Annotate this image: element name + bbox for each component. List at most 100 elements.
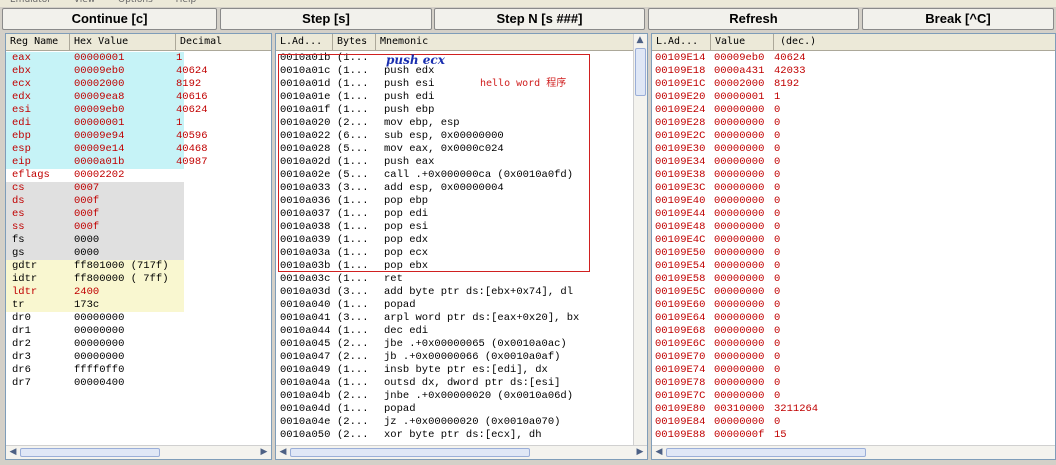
disassembly-row[interactable]: 0010a03c (1... ret (276, 273, 633, 286)
register-row[interactable]: gdtr ff801000 (717f) (6, 260, 184, 273)
stack-row[interactable]: 00109E6C 00000000 0 (652, 338, 1055, 351)
col-decimal[interactable]: Decimal (176, 34, 271, 50)
register-row[interactable]: eax 00000001 1 (6, 52, 184, 65)
scroll-thumb[interactable] (290, 448, 530, 457)
registers-hscrollbar[interactable]: ◀ ▶ (6, 445, 271, 459)
register-row[interactable]: ebp 00009e94 40596 (6, 130, 208, 143)
register-row[interactable]: dr1 00000000 (6, 325, 184, 338)
register-row[interactable]: dr7 00000400 (6, 377, 184, 390)
stack-row[interactable]: 00109E54 00000000 0 (652, 260, 1055, 273)
disassembly-row[interactable]: 0010a050 (2... xor byte ptr ds:[ecx], dh (276, 429, 633, 442)
stack-row[interactable]: 00109E40 00000000 0 (652, 195, 1055, 208)
col-bytes[interactable]: Bytes (333, 34, 376, 50)
scroll-left-icon[interactable]: ◀ (278, 447, 288, 458)
stack-row[interactable]: 00109E24 00000000 0 (652, 104, 1055, 117)
disassembly-row[interactable]: 0010a041 (3... arpl word ptr ds:[eax+0x20]… (276, 312, 633, 325)
register-row[interactable]: tr 173c (6, 299, 184, 312)
disassembly-row[interactable]: 0010a045 (2... jbe .+0x00000065 (0x0010a0a… (276, 338, 633, 351)
stack-row[interactable]: 00109E28 00000000 0 (652, 117, 1055, 130)
disassembly-row[interactable]: 0010a04d (1... popad (276, 403, 633, 416)
stack-pane[interactable]: L.Ad... Value (dec.) 00109E14 00009eb0 406… (651, 33, 1056, 460)
col-stack-decimal[interactable]: (dec.) (774, 34, 1055, 50)
register-row[interactable]: gs 0000 (6, 247, 184, 260)
register-row[interactable]: ldtr 2400 (6, 286, 184, 299)
disassembly-row[interactable]: 0010a040 (1... popad (276, 299, 633, 312)
disassembly-pane[interactable]: L.Ad... Bytes Mnemonic 0010a01b (1... 0010… (275, 33, 648, 460)
stack-row[interactable]: 00109E80 00310000 3211264 (652, 403, 1055, 416)
menu-options[interactable]: Options (118, 0, 153, 5)
disassembly-row[interactable]: 0010a04a (1... outsd dx, dword ptr ds:[esi… (276, 377, 633, 390)
col-reg-name[interactable]: Reg Name (6, 34, 70, 50)
scroll-thumb[interactable] (666, 448, 866, 457)
stack-row[interactable]: 00109E20 00000001 1 (652, 91, 1055, 104)
stack-row[interactable]: 00109E70 00000000 0 (652, 351, 1055, 364)
scroll-right-icon[interactable]: ▶ (259, 447, 269, 458)
register-row[interactable]: esi 00009eb0 40624 (6, 104, 208, 117)
disassembly-row[interactable]: 0010a047 (2... jb .+0x00000066 (0x0010a0af… (276, 351, 633, 364)
disassembly-row[interactable]: 0010a04b (2... jnbe .+0x00000020 (0x0010a0… (276, 390, 633, 403)
stack-hscrollbar[interactable]: ◀ (652, 445, 1055, 459)
col-stack-value[interactable]: Value (711, 34, 774, 50)
refresh-button[interactable]: Refresh (648, 8, 859, 30)
stack-row[interactable]: 00109E3C 00000000 0 (652, 182, 1055, 195)
register-row[interactable]: fs 0000 (6, 234, 184, 247)
register-row[interactable]: ss 000f (6, 221, 184, 234)
col-mnemonic[interactable]: Mnemonic (376, 34, 635, 50)
stack-row[interactable]: 00109E64 00000000 0 (652, 312, 1055, 325)
register-row[interactable]: cs 0007 (6, 182, 184, 195)
scroll-left-icon[interactable]: ◀ (654, 447, 664, 458)
register-row[interactable]: esp 00009e14 40468 (6, 143, 208, 156)
stack-row[interactable]: 00109E7C 00000000 0 (652, 390, 1055, 403)
register-row[interactable]: dr0 00000000 (6, 312, 184, 325)
stack-row[interactable]: 00109E34 00000000 0 (652, 156, 1055, 169)
col-stack-address[interactable]: L.Ad... (652, 34, 711, 50)
disassembly-row[interactable]: 0010a044 (1... dec edi (276, 325, 633, 338)
scroll-thumb[interactable] (20, 448, 160, 457)
stack-row[interactable]: 00109E84 00000000 0 (652, 416, 1055, 429)
col-hex-value[interactable]: Hex Value (70, 34, 176, 50)
scroll-left-icon[interactable]: ◀ (8, 447, 18, 458)
menu-emulator[interactable]: Emulator (10, 0, 51, 5)
disassembly-row[interactable]: 0010a049 (1... insb byte ptr es:[edi], dx (276, 364, 633, 377)
stack-row[interactable]: 00109E2C 00000000 0 (652, 130, 1055, 143)
stack-row[interactable]: 00109E18 0000a431 42033 (652, 65, 1055, 78)
stack-row[interactable]: 00109E38 00000000 0 (652, 169, 1055, 182)
register-row[interactable]: edx 00009ea8 40616 (6, 91, 208, 104)
register-row[interactable]: edi 00000001 1 (6, 117, 184, 130)
stack-row[interactable]: 00109E4C 00000000 0 (652, 234, 1055, 247)
register-row[interactable]: es 000f (6, 208, 184, 221)
menu-view[interactable]: View (74, 0, 95, 5)
break-button[interactable]: Break [^C] (862, 8, 1054, 30)
stack-row[interactable]: 00109E30 00000000 0 (652, 143, 1055, 156)
stack-row[interactable]: 00109E68 00000000 0 (652, 325, 1055, 338)
col-linear-address[interactable]: L.Ad... (276, 34, 333, 50)
stack-row[interactable]: 00109E44 00000000 0 (652, 208, 1055, 221)
stack-row[interactable]: 00109E58 00000000 0 (652, 273, 1055, 286)
registers-pane[interactable]: Reg Name Hex Value Decimal eax 00000001 1 e… (5, 33, 272, 460)
stack-row[interactable]: 00109E1C 00002000 8192 (652, 78, 1055, 91)
register-row[interactable]: dr2 00000000 (6, 338, 184, 351)
stack-row[interactable]: 00109E78 00000000 0 (652, 377, 1055, 390)
scroll-up-icon[interactable]: ▲ (635, 35, 645, 46)
stack-row[interactable]: 00109E5C 00000000 0 (652, 286, 1055, 299)
disassembly-row[interactable]: 0010a03d (3... add byte ptr ds:[ebx+0x74],… (276, 286, 633, 299)
stack-row[interactable]: 00109E50 00000000 0 (652, 247, 1055, 260)
disassembly-hscrollbar[interactable]: ◀ ▶ (276, 445, 647, 459)
register-row[interactable]: ebx 00009eb0 40624 (6, 65, 208, 78)
disassembly-vscrollbar[interactable]: ▲ (633, 34, 647, 445)
scroll-thumb[interactable] (635, 48, 646, 96)
menu-help[interactable]: Help (176, 0, 197, 5)
stack-row[interactable]: 00109E88 0000000f 15 (652, 429, 1055, 442)
step-button[interactable]: Step [s] (220, 8, 432, 30)
continue-button[interactable]: Continue [c] (2, 8, 217, 30)
register-row[interactable]: eflags 00002202 (6, 169, 184, 182)
register-row[interactable]: ds 000f (6, 195, 184, 208)
register-row[interactable]: dr6 ffff0ff0 (6, 364, 184, 377)
step-n-button[interactable]: Step N [s ###] (434, 8, 645, 30)
stack-row[interactable]: 00109E74 00000000 0 (652, 364, 1055, 377)
register-row[interactable]: ecx 00002000 8192 (6, 78, 201, 91)
disassembly-row[interactable]: 0010a04e (2... jz .+0x00000020 (0x0010a070… (276, 416, 633, 429)
register-row[interactable]: idtr ff800000 ( 7ff) (6, 273, 184, 286)
stack-row[interactable]: 00109E14 00009eb0 40624 (652, 52, 1055, 65)
stack-row[interactable]: 00109E48 00000000 0 (652, 221, 1055, 234)
